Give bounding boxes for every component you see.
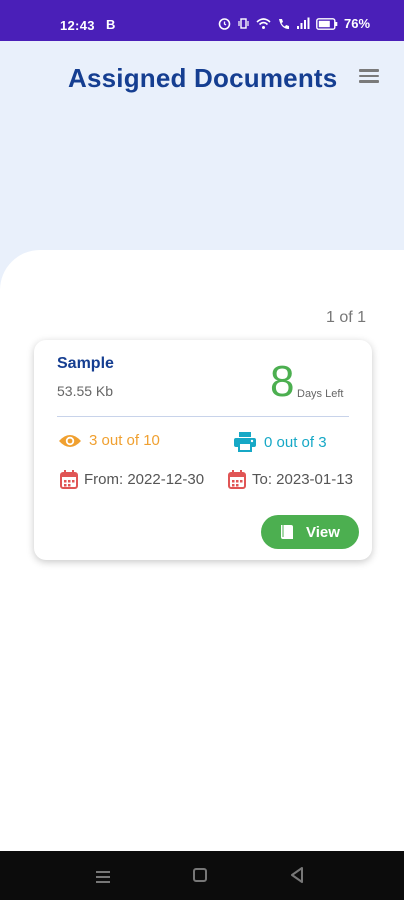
- document-name: Sample: [57, 355, 114, 372]
- menu-icon[interactable]: [356, 66, 382, 90]
- signal-icon: [297, 17, 310, 29]
- recent-apps-icon[interactable]: [96, 868, 112, 884]
- calendar-icon: [60, 470, 78, 489]
- prints-count: 0 out of 3: [233, 432, 327, 452]
- status-bar: 12:43 B 76%: [0, 0, 404, 41]
- eye-icon: [59, 434, 81, 447]
- status-time: 12:43: [60, 18, 95, 33]
- divider: [57, 416, 349, 417]
- views-count: 3 out of 10: [58, 432, 160, 449]
- date-from: From: 2022-12-30: [60, 470, 204, 489]
- back-icon[interactable]: [290, 867, 304, 883]
- status-icons: 76%: [218, 16, 370, 31]
- views-text: 3 out of 10: [89, 432, 160, 449]
- header-curve: [0, 250, 404, 310]
- days-left-count: 8: [270, 357, 295, 406]
- document-card[interactable]: Sample 53.55 Kb 8 Days Left 3 out of 10 …: [34, 340, 372, 560]
- home-icon[interactable]: [193, 868, 207, 882]
- call-icon: [279, 19, 289, 29]
- printer-icon: [234, 432, 256, 452]
- days-left-label: Days Left: [297, 388, 344, 400]
- view-button-label: View: [306, 523, 340, 541]
- alarm-icon: [218, 18, 231, 30]
- page-title: Assigned Documents: [68, 63, 338, 93]
- date-to: To: 2023-01-13: [228, 470, 353, 489]
- prints-text: 0 out of 3: [264, 433, 327, 451]
- view-button[interactable]: View: [261, 515, 359, 549]
- wifi-icon: [256, 18, 271, 29]
- calendar-icon: [228, 470, 246, 489]
- battery-level: 76%: [344, 16, 371, 31]
- document-size: 53.55 Kb: [57, 383, 114, 399]
- date-to-text: To: 2023-01-13: [252, 471, 353, 488]
- vibrate-icon: [238, 18, 249, 29]
- date-from-text: From: 2022-12-30: [84, 471, 205, 488]
- battery-icon: [316, 17, 338, 30]
- system-nav-bar: [0, 851, 404, 900]
- book-icon: [281, 525, 294, 539]
- sim-icon: B: [106, 17, 116, 32]
- pagination: 1 of 1: [325, 309, 366, 326]
